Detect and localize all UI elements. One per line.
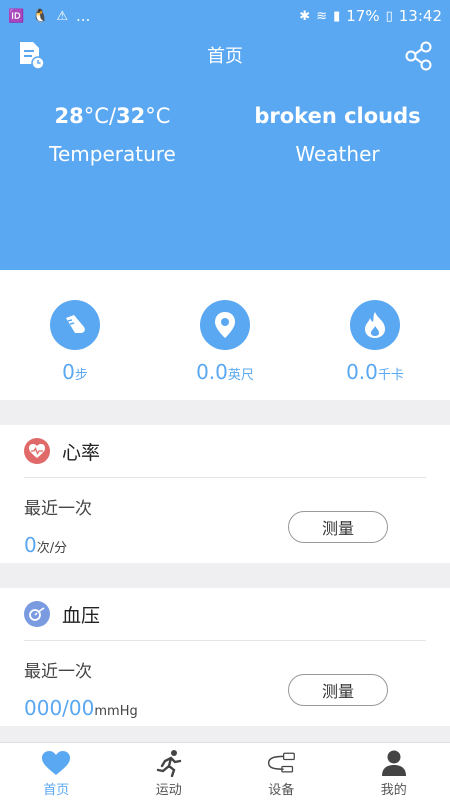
steps-stat: 0步 bbox=[0, 300, 150, 384]
temp-high: 32 bbox=[116, 104, 146, 128]
temperature-label: Temperature bbox=[49, 142, 176, 166]
heart-rate-value: 0 bbox=[24, 533, 37, 557]
blood-pressure-title: 血压 bbox=[62, 604, 101, 627]
blood-pressure-value: 000/00 bbox=[24, 696, 95, 720]
blood-pressure-card: 血压 最近一次 000/00mmHg 测量 bbox=[0, 588, 450, 726]
heart-rate-card: 心率 最近一次 0次/分 测量 bbox=[0, 425, 450, 563]
steps-unit: 步 bbox=[74, 368, 88, 383]
tab-home[interactable]: 首页 bbox=[0, 743, 113, 800]
warning-icon: ⚠ bbox=[56, 8, 69, 24]
calories-unit: 千卡 bbox=[377, 368, 404, 383]
heart-rate-divider bbox=[24, 477, 426, 478]
blood-pressure-header: 血压 bbox=[0, 588, 450, 640]
weather-label: Weather bbox=[295, 142, 380, 166]
hd-icon: 🆔 bbox=[8, 8, 25, 24]
bluetooth-icon: ✱ bbox=[299, 8, 311, 24]
running-icon bbox=[154, 749, 184, 777]
blood-pressure-recent-label: 最近一次 bbox=[24, 662, 92, 682]
status-bar: 🆔 🐧 ⚠ ... ✱ ≋ ▮ 17% ▯ 13:42 bbox=[0, 0, 450, 32]
temp-unit-high: °C bbox=[145, 104, 171, 128]
person-icon bbox=[379, 749, 409, 777]
heart-icon bbox=[41, 749, 71, 777]
battery-percent: 17% bbox=[346, 7, 380, 25]
temp-unit-low: °C bbox=[83, 104, 109, 128]
page-title: 首页 bbox=[207, 46, 243, 67]
blood-pressure-reading: 000/00mmHg bbox=[24, 696, 450, 720]
distance-stat: 0.0英尺 bbox=[150, 300, 300, 384]
temperature-block: 28°C/32°C Temperature bbox=[0, 104, 225, 166]
report-history-icon[interactable] bbox=[16, 40, 46, 70]
heart-rate-recent-label: 最近一次 bbox=[24, 499, 92, 519]
clock: 13:42 bbox=[398, 7, 442, 25]
flame-icon bbox=[350, 300, 400, 350]
bottom-tab-bar: 首页 运动 设备 我的 bbox=[0, 742, 450, 800]
blood-pressure-unit: mmHg bbox=[94, 704, 138, 719]
more-notifications: ... bbox=[76, 7, 91, 25]
status-right: ✱ ≋ ▮ 17% ▯ 13:42 bbox=[299, 7, 442, 25]
tab-device-label: 设备 bbox=[268, 783, 295, 798]
tab-device[interactable]: 设备 bbox=[225, 743, 338, 800]
signal-icon: ▮ bbox=[333, 8, 341, 24]
temp-separator: / bbox=[108, 104, 117, 128]
shoe-icon bbox=[50, 300, 100, 350]
weather-summary: 28°C/32°C Temperature broken clouds Weat… bbox=[0, 104, 450, 166]
heart-rate-header: 心率 bbox=[0, 425, 450, 477]
weather-block: broken clouds Weather bbox=[225, 104, 450, 166]
calories-value: 0.0千卡 bbox=[300, 360, 450, 384]
steps-number: 0 bbox=[62, 360, 75, 384]
calories-stat: 0.0千卡 bbox=[300, 300, 450, 384]
calories-number: 0.0 bbox=[346, 360, 378, 384]
temperature-value: 28°C/32°C bbox=[0, 104, 225, 128]
weather-condition: broken clouds bbox=[254, 104, 421, 128]
tab-mine-label: 我的 bbox=[380, 783, 407, 798]
share-icon[interactable] bbox=[404, 41, 434, 71]
heart-rate-reading: 0次/分 bbox=[24, 533, 450, 557]
battery-icon: ▯ bbox=[385, 8, 393, 24]
blood-pressure-measure-button[interactable]: 测量 bbox=[288, 674, 388, 706]
distance-value: 0.0英尺 bbox=[150, 360, 300, 384]
blood-pressure-icon bbox=[24, 601, 50, 627]
heart-rate-measure-button[interactable]: 测量 bbox=[288, 511, 388, 543]
heart-rate-title: 心率 bbox=[62, 441, 101, 464]
steps-value: 0步 bbox=[0, 360, 150, 384]
tab-sport-label: 运动 bbox=[155, 783, 182, 798]
activity-stats: 0步 0.0英尺 0.0千卡 bbox=[0, 270, 450, 400]
top-nav: 首页 bbox=[0, 32, 450, 78]
heart-rate-unit: 次/分 bbox=[36, 541, 68, 556]
distance-number: 0.0 bbox=[196, 360, 228, 384]
tab-mine[interactable]: 我的 bbox=[338, 743, 450, 800]
distance-unit: 英尺 bbox=[227, 368, 254, 383]
tab-home-label: 首页 bbox=[43, 783, 70, 798]
heart-rate-icon bbox=[24, 438, 50, 464]
status-left: 🆔 🐧 ⚠ ... bbox=[8, 7, 90, 25]
wifi-icon: ≋ bbox=[316, 8, 328, 24]
device-icon bbox=[266, 749, 296, 777]
qq-icon: 🐧 bbox=[32, 8, 49, 24]
tab-sport[interactable]: 运动 bbox=[113, 743, 226, 800]
blood-pressure-divider bbox=[24, 640, 426, 641]
location-pin-icon bbox=[200, 300, 250, 350]
temp-low: 28 bbox=[54, 104, 84, 128]
